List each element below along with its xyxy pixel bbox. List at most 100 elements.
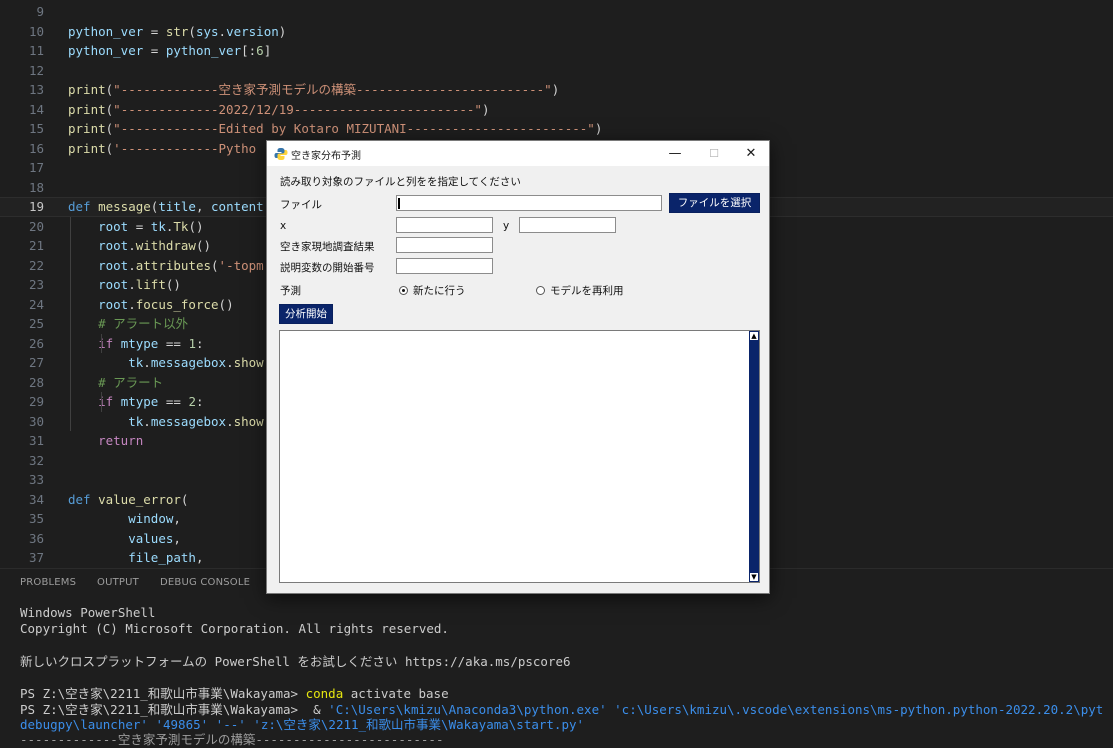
code-token: '-topm: [218, 257, 264, 273]
terminal-line: PS Z:\空き家\2211_和歌山市事業\Wakayama> conda ac…: [20, 685, 449, 702]
code-token: =: [128, 218, 151, 234]
code-token: (): [195, 238, 212, 253]
tab-problems[interactable]: PROBLEMS: [20, 577, 76, 588]
code-token: withdraw: [135, 238, 196, 253]
code-text: def message(title, content: [68, 198, 264, 216]
code-token: messagebox: [150, 413, 227, 429]
code-text: tk.messagebox.show: [68, 353, 264, 373]
start-analysis-button[interactable]: 分析開始: [279, 304, 333, 324]
start-index-input[interactable]: [396, 258, 493, 274]
code-token: =: [143, 23, 166, 39]
code-token: ): [278, 23, 287, 39]
line-number: 12: [28, 62, 44, 78]
line-number: 34: [28, 491, 44, 507]
code-token: content: [211, 199, 264, 214]
line-number: 18: [28, 179, 44, 195]
radio-reuse[interactable]: モデルを再利用: [536, 283, 624, 298]
code-token: mtype: [120, 394, 159, 409]
code-token: "-------------Edited by Kotaro MIZUTANI-…: [113, 121, 595, 136]
code-token: 6: [256, 43, 264, 58]
text-caret: [398, 198, 400, 209]
select-file-button[interactable]: ファイルを選択: [669, 193, 760, 213]
survey-column-input[interactable]: [396, 237, 493, 253]
radio-new[interactable]: 新たに行う: [399, 283, 466, 298]
scroll-down-arrow-icon[interactable]: ▼: [750, 573, 758, 581]
code-text: python_ver = str(sys.version): [68, 22, 286, 42]
code-text: root.attributes('-topm: [68, 256, 264, 276]
line-number: 35: [28, 511, 44, 526]
code-token: [:: [241, 43, 257, 58]
code-token: ,: [173, 530, 181, 546]
minimize-button[interactable]: —: [655, 141, 695, 166]
code-token: value_error: [98, 491, 181, 507]
code-token: def: [68, 199, 99, 214]
code-line: 12: [0, 61, 1113, 81]
file-label: ファイル: [280, 199, 322, 211]
scroll-up-arrow-icon[interactable]: ▲: [750, 332, 758, 340]
code-token: .: [143, 355, 151, 370]
code-token: (): [188, 218, 204, 234]
code-token: Tk: [173, 218, 189, 234]
code-token: lift: [135, 277, 166, 292]
code-token: python_ver: [68, 23, 144, 39]
tab-output[interactable]: OUTPUT: [97, 577, 139, 588]
code-token: ==: [158, 335, 189, 351]
line-number: 11: [28, 43, 44, 58]
line-number: 20: [28, 218, 44, 234]
code-token: ): [551, 82, 560, 97]
code-token: .: [128, 257, 136, 273]
code-token: root: [98, 277, 129, 292]
code-token: tk: [128, 355, 144, 370]
line-number: 30: [28, 413, 44, 429]
output-text-area[interactable]: ▲ ▼: [279, 330, 760, 583]
terminal-command: conda: [305, 686, 344, 701]
code-token: # アラート: [98, 374, 164, 390]
code-token: .: [128, 277, 136, 292]
code-line: 9: [0, 2, 1113, 22]
line-number: 29: [28, 394, 44, 409]
code-text: if mtype == 2:: [68, 392, 203, 412]
code-token: ,: [173, 511, 181, 526]
code-text: # アラート以外: [68, 314, 188, 334]
title-bar[interactable]: 空き家分布予測 — ☐ ✕: [267, 141, 769, 166]
close-button[interactable]: ✕: [731, 141, 771, 166]
vertical-scrollbar[interactable]: ▲ ▼: [749, 331, 759, 582]
code-token: sys: [195, 23, 219, 39]
line-number: 31: [28, 433, 44, 448]
code-token: show: [233, 355, 264, 370]
maximize-button: ☐: [709, 147, 719, 160]
code-token: tk: [128, 413, 144, 429]
python-icon: [274, 148, 288, 160]
y-column-input[interactable]: [519, 217, 616, 233]
x-column-input[interactable]: [396, 217, 493, 233]
code-text: root.focus_force(): [68, 295, 234, 315]
code-token: .: [128, 296, 136, 312]
tab-debug-console[interactable]: DEBUG CONSOLE: [160, 577, 250, 588]
code-token: .: [143, 413, 151, 429]
line-number: 15: [28, 121, 44, 136]
code-text: print("-------------空き家予測モデルの構築---------…: [68, 80, 559, 100]
indent-guide: [101, 392, 102, 412]
line-number: 17: [28, 160, 44, 175]
line-number: 9: [36, 4, 44, 19]
code-token: :: [195, 335, 204, 351]
code-token: message: [98, 199, 151, 214]
line-number: 37: [28, 550, 44, 565]
code-line: 15 print("-------------Edited by Kotaro M…: [0, 119, 1113, 139]
file-path-input[interactable]: [396, 195, 662, 211]
tk-window[interactable]: 空き家分布予測 — ☐ ✕ 読み取り対象のファイルと列をを指定してください ファ…: [266, 140, 770, 594]
line-number: 25: [28, 316, 44, 331]
code-text: root = tk.Tk(): [68, 217, 204, 237]
code-token: (: [188, 23, 196, 39]
code-token: root: [98, 296, 129, 312]
code-token: mtype: [120, 335, 159, 351]
code-token: python_ver: [165, 43, 242, 58]
code-token: ]: [263, 43, 272, 58]
code-text: root.lift(): [68, 275, 181, 295]
